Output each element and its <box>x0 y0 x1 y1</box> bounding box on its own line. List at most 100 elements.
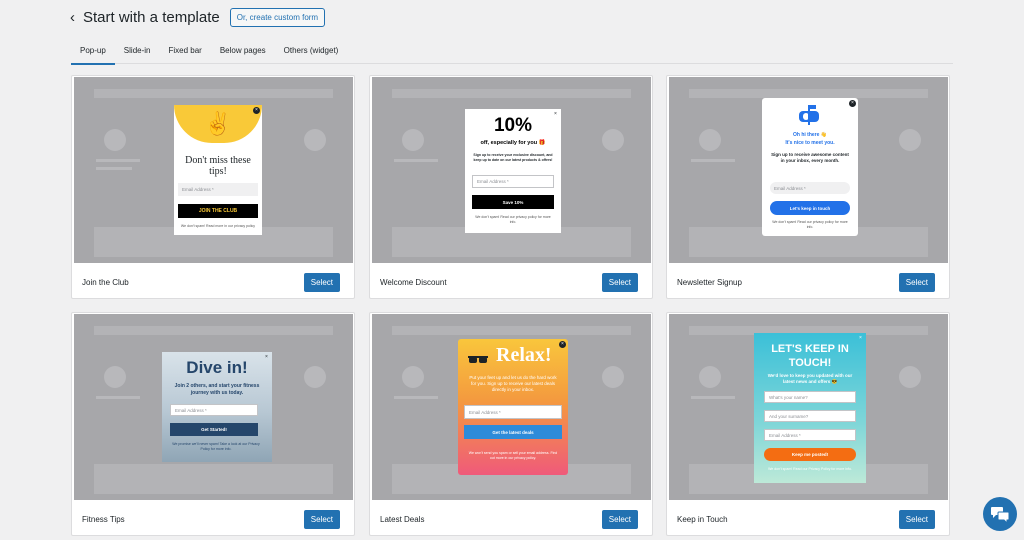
page-mockup-avatar <box>104 129 126 151</box>
chevron-left-icon[interactable]: ‹ <box>70 10 75 25</box>
surname-field[interactable]: And your surname? <box>764 410 856 422</box>
tab-below-pages[interactable]: Below pages <box>211 40 275 64</box>
page-mockup-avatar <box>304 129 326 151</box>
popup-footnote: We promise we'll never spam! Take a look… <box>172 442 260 451</box>
email-field[interactable]: Email Address * <box>770 182 850 194</box>
get-started-button[interactable]: Get Started! <box>170 423 258 436</box>
select-button[interactable]: Select <box>303 272 340 292</box>
popup-text: Put your feet up and let us do the hard … <box>469 375 557 392</box>
page-mockup-line <box>96 396 140 399</box>
template-preview[interactable]: ✌ × Don't miss these tips! Email Address… <box>74 77 353 263</box>
mailbox-icon <box>796 104 822 126</box>
popup-footnote: We don't spam! Read our Privacy Policy f… <box>768 467 852 471</box>
popup-preview: × Relax! Put your feet up and let us do … <box>458 339 568 475</box>
card-footer: Welcome Discount Select <box>370 264 652 300</box>
join-club-button[interactable]: JOIN THE CLUB <box>178 204 258 218</box>
popup-preview: × 10% off, especially for you 🎁 Sign up … <box>465 109 561 233</box>
select-button[interactable]: Select <box>303 509 340 529</box>
template-card-welcome-discount: × 10% off, especially for you 🎁 Sign up … <box>369 75 653 299</box>
page-mockup-avatar <box>899 129 921 151</box>
template-type-tabs: Pop-up Slide-in Fixed bar Below pages Ot… <box>71 40 953 65</box>
page-mockup <box>689 89 928 98</box>
close-icon[interactable]: × <box>559 341 566 348</box>
popup-preview: ✌ × Don't miss these tips! Email Address… <box>174 105 262 235</box>
email-field[interactable]: Email Address * <box>464 405 562 419</box>
tab-slide-in[interactable]: Slide-in <box>115 40 160 64</box>
page-mockup <box>392 89 631 98</box>
tab-others-widget[interactable]: Others (widget) <box>275 40 348 64</box>
card-footer: Newsletter Signup Select <box>667 264 949 300</box>
template-name: Latest Deals <box>380 514 425 524</box>
card-footer: Latest Deals Select <box>370 501 652 537</box>
email-field[interactable]: Email Address * <box>764 429 856 441</box>
popup-heading: Relax! <box>496 344 552 366</box>
popup-footnote: We don't spam! Read our privacy policy f… <box>475 215 551 224</box>
close-icon[interactable]: × <box>253 107 260 114</box>
popup-text: Join 2 others, and start your fitness jo… <box>174 383 260 396</box>
popup-header-banner: ✌ <box>174 105 262 143</box>
first-name-field[interactable]: What's your name? <box>764 391 856 403</box>
page-mockup-avatar <box>899 366 921 388</box>
template-card-latest-deals: × Relax! Put your feet up and let us do … <box>369 312 653 536</box>
template-preview[interactable]: × Dive in! Join 2 others, and start your… <box>74 314 353 500</box>
page-mockup-avatar <box>402 129 424 151</box>
save-discount-button[interactable]: Save 10% <box>472 195 554 209</box>
sunglasses-icon <box>468 352 488 363</box>
popup-heading: Dive in! <box>186 358 248 377</box>
card-footer: Join the Club Select <box>72 264 354 300</box>
template-preview[interactable]: × 10% off, especially for you 🎁 Sign up … <box>372 77 651 263</box>
close-icon[interactable]: × <box>857 335 864 342</box>
template-name: Fitness Tips <box>82 514 125 524</box>
page-mockup-avatar <box>602 366 624 388</box>
template-card-join-the-club: ✌ × Don't miss these tips! Email Address… <box>71 75 355 299</box>
page-mockup <box>94 326 333 335</box>
select-button[interactable]: Select <box>898 272 935 292</box>
template-card-keep-in-touch: × LET'S KEEP IN TOUCH! We'd love to keep… <box>666 312 950 536</box>
popup-preview: × Dive in! Join 2 others, and start your… <box>162 352 272 462</box>
page-mockup-line <box>691 396 735 399</box>
select-button[interactable]: Select <box>601 509 638 529</box>
page-mockup-line <box>96 167 132 170</box>
tab-popup[interactable]: Pop-up <box>71 40 115 65</box>
popup-footnote: We don't spam! Read more in our privacy … <box>180 224 256 228</box>
template-name: Newsletter Signup <box>677 277 742 287</box>
page-mockup-block <box>94 464 333 494</box>
page-mockup <box>94 89 333 98</box>
popup-text: We'd love to keep you updated with our l… <box>767 373 853 384</box>
chat-bubbles-icon[interactable] <box>983 497 1017 531</box>
close-icon[interactable]: × <box>849 100 856 107</box>
template-preview[interactable]: × LET'S KEEP IN TOUCH! We'd love to keep… <box>669 314 948 500</box>
popup-subheading: off, especially for you 🎁 <box>480 140 546 146</box>
popup-heading: Oh hi there 👋 It's nice to meet you. <box>785 132 835 146</box>
email-field[interactable]: Email Address * <box>178 183 258 196</box>
email-field[interactable]: Email Address * <box>170 404 258 416</box>
select-button[interactable]: Select <box>601 272 638 292</box>
page-mockup-avatar <box>402 366 424 388</box>
template-card-fitness-tips: × Dive in! Join 2 others, and start your… <box>71 312 355 536</box>
create-custom-form-button[interactable]: Or, create custom form <box>229 7 326 27</box>
keep-me-posted-button[interactable]: Keep me posted! <box>764 448 856 461</box>
template-preview[interactable]: × Relax! Put your feet up and let us do … <box>372 314 651 500</box>
card-footer: Fitness Tips Select <box>72 501 354 537</box>
template-name: Welcome Discount <box>380 277 447 287</box>
page-mockup-avatar <box>104 366 126 388</box>
popup-heading: Don't miss these tips! <box>185 155 251 177</box>
popup-text: Sign up to receive awesome content in yo… <box>771 152 849 163</box>
template-preview[interactable]: × Oh hi there 👋 It's nice to meet you. S… <box>669 77 948 263</box>
keep-in-touch-button[interactable]: Let's keep in touch <box>770 201 850 215</box>
page-mockup-line <box>96 159 140 162</box>
select-button[interactable]: Select <box>898 509 935 529</box>
discount-heading: 10% <box>493 115 533 136</box>
page-mockup-avatar <box>602 129 624 151</box>
page-mockup-avatar <box>699 366 721 388</box>
popup-footnote: We won't send you spam or sell your emai… <box>468 451 558 460</box>
popup-heading: LET'S KEEP IN TOUCH! <box>771 343 849 369</box>
tab-fixed-bar[interactable]: Fixed bar <box>159 40 210 64</box>
popup-preview: × LET'S KEEP IN TOUCH! We'd love to keep… <box>754 333 866 483</box>
get-deals-button[interactable]: Get the latest deals <box>464 425 562 439</box>
page-title: Start with a template <box>83 8 220 26</box>
email-field[interactable]: Email Address * <box>472 175 554 188</box>
page-mockup-line <box>394 396 438 399</box>
page-mockup-avatar <box>304 366 326 388</box>
page-header: ‹ Start with a template Or, create custo… <box>70 6 326 28</box>
